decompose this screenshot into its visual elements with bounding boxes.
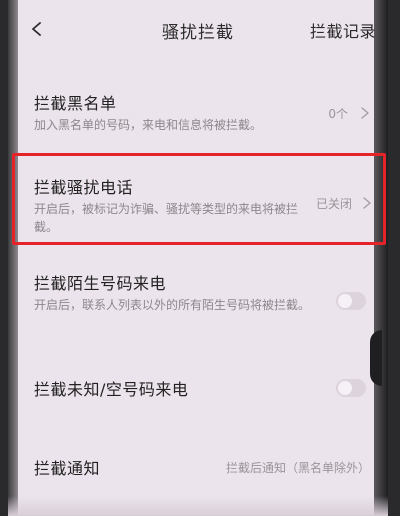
setting-row-blacklist[interactable]: 拦截黑名单 加入黑名单的号码，来电和信息将被拦截。 0个 bbox=[8, 88, 388, 140]
blacklist-count: 0个 bbox=[328, 107, 348, 121]
screen-edge bbox=[8, 0, 18, 516]
setting-title: 拦截黑名单 bbox=[34, 94, 117, 113]
setting-title: 拦截陌生号码来电 bbox=[34, 274, 167, 293]
toggle-knob bbox=[338, 381, 352, 395]
unknown-calls-toggle[interactable] bbox=[336, 379, 366, 397]
toggle-knob bbox=[338, 294, 352, 308]
notification-mode: 拦截后通知（黑名单除外） bbox=[225, 461, 370, 475]
highlight-box bbox=[12, 153, 386, 245]
setting-row-notification[interactable]: 拦截通知 拦截后通知（黑名单除外） bbox=[8, 455, 388, 485]
stranger-calls-toggle[interactable] bbox=[336, 292, 366, 310]
setting-description: 加入黑名单的号码，来电和信息将被拦截。 bbox=[34, 118, 263, 132]
setting-description: 开启后，联系人列表以外的所有陌生号码将被拦截。 bbox=[34, 298, 311, 312]
setting-row-unknown-calls[interactable]: 拦截未知/空号码来电 bbox=[8, 376, 388, 406]
screen-edge bbox=[374, 0, 388, 516]
setting-row-stranger-calls[interactable]: 拦截陌生号码来电 开启后，联系人列表以外的所有陌生号码将被拦截。 bbox=[8, 270, 388, 336]
bottom-shade bbox=[8, 496, 388, 516]
setting-title: 拦截通知 bbox=[34, 459, 101, 478]
top-bar: 骚扰拦截 拦截记录 bbox=[8, 8, 388, 52]
setting-title: 拦截未知/空号码来电 bbox=[34, 380, 189, 399]
chevron-right-icon bbox=[360, 107, 370, 119]
block-log-button[interactable]: 拦截记录 bbox=[310, 18, 376, 42]
phone-screen: 骚扰拦截 拦截记录 拦截黑名单 加入黑名单的号码，来电和信息将被拦截。 0个 拦… bbox=[8, 0, 388, 516]
